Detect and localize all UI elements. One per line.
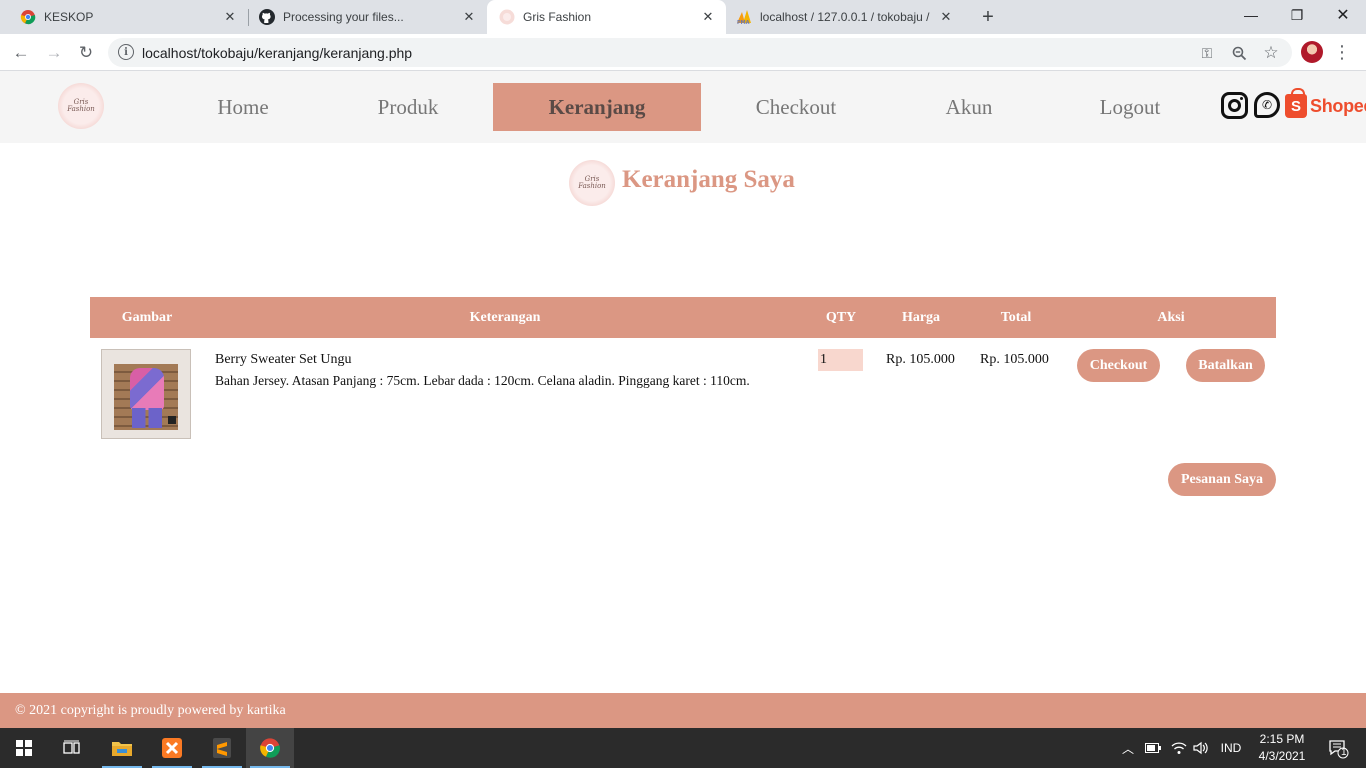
tab-title: KESKOP [44, 10, 94, 24]
browser-tab-keskop[interactable]: KESKOP ✕ [0, 0, 248, 34]
instagram-icon[interactable] [1221, 92, 1248, 119]
footer-copyright: © 2021 copyright is proudly powered by k… [15, 703, 286, 718]
forward-arrow-icon[interactable]: → [40, 39, 68, 67]
close-icon[interactable]: ✕ [461, 9, 477, 25]
page-title: Keranjang Saya [622, 166, 795, 193]
whatsapp-icon[interactable]: ✆ [1254, 92, 1280, 118]
cancel-button[interactable]: Batalkan [1186, 349, 1265, 382]
browser-menu-icon[interactable]: ⋮ [1333, 41, 1351, 63]
quantity-input[interactable] [818, 349, 863, 371]
battery-icon[interactable] [1142, 728, 1164, 768]
tab-title: Processing your files... [283, 10, 404, 24]
column-header-total: Total [1000, 309, 1032, 325]
window-close-icon[interactable]: ✕ [1320, 0, 1366, 30]
tab-title: Gris Fashion [523, 10, 592, 24]
browser-tab-phpmyadmin[interactable]: PMA localhost / 127.0.0.1 / tokobaju / ✕ [726, 0, 964, 34]
column-header-qty: QTY [825, 309, 857, 325]
volume-icon[interactable] [1190, 728, 1212, 768]
column-header-gambar: Gambar [121, 309, 173, 325]
clock-date: 4/3/2021 [1258, 749, 1306, 763]
nav-produk[interactable]: Produk [360, 83, 456, 131]
browser-toolbar: ← → ↻ i localhost/tokobaju/keranjang/ker… [0, 34, 1366, 71]
back-arrow-icon[interactable]: ← [7, 39, 35, 67]
zoom-icon[interactable] [1229, 43, 1249, 63]
product-total: Rp. 105.000 [980, 352, 1049, 367]
phpmyadmin-icon: PMA [736, 9, 752, 26]
nav-logout[interactable]: Logout [1085, 83, 1175, 131]
sublime-text-icon[interactable] [198, 728, 246, 768]
product-name: Berry Sweater Set Ungu [215, 352, 352, 367]
nav-home[interactable]: Home [195, 83, 291, 131]
taskbar-clock[interactable]: 2:15 PM 4/3/2021 [1252, 731, 1312, 765]
logo-text: Fashion [67, 105, 95, 113]
product-price: Rp. 105.000 [886, 352, 955, 367]
browser-tab-gris-fashion[interactable]: Gris Fashion ✕ [487, 0, 726, 34]
product-description: Bahan Jersey. Atasan Panjang : 75cm. Leb… [215, 373, 750, 388]
shopee-label: Shopee [1310, 95, 1366, 116]
browser-tab-github[interactable]: Processing your files... ✕ [249, 0, 487, 34]
heading-logo: Gris Fashion [569, 160, 615, 206]
my-orders-button[interactable]: Pesanan Saya [1168, 463, 1276, 496]
shopee-link[interactable]: S Shopee [1285, 88, 1366, 120]
table-row: Berry Sweater Set Ungu Bahan Jersey. Ata… [90, 338, 1276, 448]
column-header-keterangan: Keterangan [469, 309, 541, 325]
input-language[interactable]: IND [1216, 728, 1246, 768]
windows-start-icon[interactable] [0, 728, 48, 768]
address-url[interactable]: localhost/tokobaju/keranjang/keranjang.p… [142, 45, 412, 61]
windows-taskbar: ︿ IND 2:15 PM 4/3/2021 1 [0, 728, 1366, 768]
site-footer: © 2021 copyright is proudly powered by k… [0, 693, 1366, 728]
reload-icon[interactable]: ↻ [72, 39, 100, 67]
task-view-icon[interactable] [48, 728, 96, 768]
browser-tab-strip: KESKOP ✕ Processing your files... ✕ Gris… [0, 0, 1366, 34]
close-icon[interactable]: ✕ [700, 9, 716, 25]
restore-icon[interactable]: ❐ [1274, 0, 1320, 30]
nav-keranjang[interactable]: Keranjang [493, 83, 701, 131]
nav-checkout[interactable]: Checkout [740, 83, 852, 131]
nav-akun[interactable]: Akun [925, 83, 1013, 131]
shopee-bag-icon: S [1285, 88, 1307, 118]
close-icon[interactable]: ✕ [938, 9, 954, 25]
xampp-icon[interactable] [148, 728, 196, 768]
gris-fashion-favicon [499, 9, 515, 25]
tab-title: localhost / 127.0.0.1 / tokobaju / [760, 10, 930, 24]
column-header-aksi: Aksi [1157, 309, 1185, 325]
bookmark-star-icon[interactable]: ☆ [1261, 43, 1281, 63]
notification-center-icon[interactable]: 1 [1318, 728, 1358, 768]
file-explorer-icon[interactable] [98, 728, 146, 768]
profile-avatar[interactable] [1301, 41, 1323, 63]
github-icon [259, 9, 275, 25]
chrome-taskbar-icon[interactable] [246, 728, 294, 768]
site-info-icon[interactable]: i [118, 44, 134, 60]
column-header-harga: Harga [901, 309, 941, 325]
new-tab-icon[interactable]: + [976, 5, 1000, 29]
logo-text: Fashion [578, 182, 606, 190]
site-logo[interactable]: Gris Fashion [58, 83, 104, 129]
checkout-button[interactable]: Checkout [1077, 349, 1160, 382]
site-header: Gris Fashion Home Produk Keranjang Check… [0, 71, 1366, 143]
clock-time: 2:15 PM [1259, 732, 1305, 746]
chrome-web-icon [20, 9, 36, 25]
key-icon[interactable]: ⚿ [1197, 43, 1217, 63]
cart-table-header: Gambar Keterangan QTY Harga Total Aksi [90, 297, 1276, 338]
address-bar[interactable]: i localhost/tokobaju/keranjang/keranjang… [108, 38, 1292, 67]
minimize-icon[interactable]: — [1228, 0, 1274, 30]
product-image[interactable] [101, 349, 191, 439]
notification-count: 1 [1341, 747, 1347, 758]
wifi-icon[interactable] [1168, 728, 1190, 768]
show-hidden-icons-icon[interactable]: ︿ [1118, 728, 1138, 768]
close-icon[interactable]: ✕ [222, 9, 238, 25]
svg-text:PMA: PMA [737, 20, 750, 25]
